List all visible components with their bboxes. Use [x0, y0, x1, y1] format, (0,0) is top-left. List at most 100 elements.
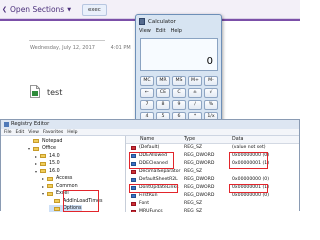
- folder-icon: [40, 169, 46, 173]
- display-value: 0: [206, 56, 213, 67]
- value-data: (value not set): [232, 145, 266, 150]
- registry-value-row[interactable]: DefaultSheetR2L REG_DWORD 0x00000000 (0): [126, 176, 299, 184]
- calc-menu-view[interactable]: View: [139, 28, 151, 34]
- file-attachment-icon[interactable]: [30, 85, 40, 98]
- value-type: REG_SZ: [184, 145, 203, 150]
- calc-key[interactable]: CE: [156, 88, 170, 98]
- page-date: Wednesday, July 12, 2017: [30, 45, 95, 51]
- reg-menu-view[interactable]: View: [28, 130, 39, 135]
- calc-key[interactable]: √: [204, 88, 218, 98]
- folder-icon: [33, 139, 39, 143]
- open-sections-button[interactable]: ❮ Open Sections ▼: [2, 3, 71, 16]
- folder-icon: [47, 191, 53, 196]
- folder-icon: [40, 154, 46, 158]
- value-name: DecimalSeparator: [139, 169, 181, 174]
- value-type: REG_DWORD: [184, 177, 215, 182]
- string-value-icon: [131, 202, 136, 206]
- highlight-box-options: [63, 190, 99, 212]
- value-type: REG_DWORD: [184, 153, 215, 158]
- regedit-menubar: File Edit View Favorites Help: [1, 129, 299, 136]
- registry-value-row[interactable]: DecimalSeparator REG_SZ: [126, 168, 299, 176]
- regedit-title: Registry Editor: [11, 121, 50, 127]
- folder-icon: [40, 161, 46, 166]
- string-value-icon: [131, 146, 136, 150]
- value-name: DefaultSheetR2L: [139, 177, 178, 182]
- tree-item-label: Common: [56, 183, 78, 189]
- column-type[interactable]: Type: [184, 137, 195, 142]
- reg-menu-file[interactable]: File: [4, 130, 12, 135]
- reg-menu-edit[interactable]: Edit: [16, 130, 25, 135]
- tree-item-label: 16.0: [49, 168, 60, 174]
- calc-key[interactable]: C: [172, 88, 186, 98]
- highlight-box-dde-data: [229, 152, 268, 169]
- regedit-title-wrap: Registry Editor: [4, 121, 49, 127]
- calc-key[interactable]: 7: [140, 100, 154, 110]
- calc-key[interactable]: ±: [188, 88, 202, 98]
- folder-icon: [47, 176, 53, 181]
- folder-icon: [47, 184, 53, 188]
- page-time: 4:01 PM: [110, 45, 131, 51]
- attachment-label[interactable]: test: [47, 88, 62, 97]
- calc-key[interactable]: 8: [156, 100, 170, 110]
- tree-item-label: Office: [42, 146, 57, 151]
- folder-icon: [33, 146, 39, 151]
- calc-key[interactable]: M+: [188, 76, 202, 86]
- column-name[interactable]: Name: [140, 137, 154, 142]
- value-name: MRUFuncs: [139, 209, 163, 212]
- value-data: 0x00000000 (0): [232, 177, 269, 182]
- calculator-menubar: View Edit Help: [139, 28, 182, 34]
- value-type: REG_SZ: [184, 169, 203, 174]
- registry-editor-window: Registry Editor File Edit View Favorites…: [0, 119, 300, 212]
- column-data[interactable]: Data: [232, 137, 243, 142]
- value-type: REG_SZ: [184, 201, 203, 206]
- registry-value-row[interactable]: (Default) REG_SZ (value not set): [126, 144, 299, 152]
- dropdown-arrow-icon: ▼: [67, 6, 72, 13]
- value-type: REG_DWORD: [184, 185, 215, 190]
- calculator-title: Calculator: [148, 18, 176, 25]
- regedit-icon: [4, 121, 9, 127]
- value-name: FirstRun: [139, 193, 158, 198]
- value-type: REG_SZ: [184, 209, 203, 212]
- tree-item-label: Access: [56, 176, 73, 181]
- highlight-box-dontupdate-data: [229, 184, 268, 193]
- calc-menu-help[interactable]: Help: [171, 28, 182, 34]
- calc-key[interactable]: MR: [156, 76, 170, 86]
- collapse-chevron-icon: ❮: [2, 6, 8, 13]
- value-data: 0x00000000 (0): [232, 193, 269, 198]
- value-name: Font: [139, 201, 150, 206]
- tree-item-label: 14.0: [49, 153, 60, 159]
- calculator-display: 0: [140, 38, 218, 71]
- calc-key[interactable]: MS: [172, 76, 186, 86]
- reg-menu-help[interactable]: Help: [67, 130, 77, 135]
- folder-icon: [54, 206, 60, 211]
- registry-value-row[interactable]: Font REG_SZ: [126, 200, 299, 208]
- string-value-icon: [131, 170, 136, 174]
- calc-key[interactable]: M-: [204, 76, 218, 86]
- highlight-box-dde: [129, 152, 174, 169]
- string-value-icon: [131, 210, 136, 212]
- regedit-titlebar[interactable]: Registry Editor: [1, 120, 299, 129]
- highlight-box-dontupdate: [129, 184, 178, 193]
- open-sections-label: Open Sections: [10, 5, 65, 14]
- page-title-rule: [29, 40, 105, 41]
- calc-key[interactable]: %: [204, 100, 218, 110]
- tree-item-label: Notepad: [42, 138, 63, 144]
- folder-icon: [54, 199, 60, 203]
- registry-value-row[interactable]: FirstRun REG_DWORD 0x00000000 (0): [126, 192, 299, 200]
- reg-menu-favorites[interactable]: Favorites: [43, 130, 63, 135]
- calc-menu-edit[interactable]: Edit: [156, 28, 166, 34]
- registry-values-list: Name Type Data (Default) REG_SZ (value not…: [126, 136, 299, 212]
- dword-value-icon: [131, 194, 136, 198]
- dword-value-icon: [131, 178, 136, 182]
- calculator-icon: [139, 18, 145, 25]
- value-type: REG_DWORD: [184, 161, 215, 166]
- registry-value-row[interactable]: MRUFuncs REG_SZ: [126, 208, 299, 212]
- calc-key[interactable]: MC: [140, 76, 154, 86]
- calculator-titlebar[interactable]: Calculator: [139, 18, 176, 25]
- calc-key[interactable]: /: [188, 100, 202, 110]
- calc-key[interactable]: 9: [172, 100, 186, 110]
- section-tab[interactable]: exec: [82, 4, 107, 16]
- calc-key[interactable]: ←: [140, 88, 154, 98]
- values-header: Name Type Data: [126, 136, 299, 144]
- value-type: REG_DWORD: [184, 193, 215, 198]
